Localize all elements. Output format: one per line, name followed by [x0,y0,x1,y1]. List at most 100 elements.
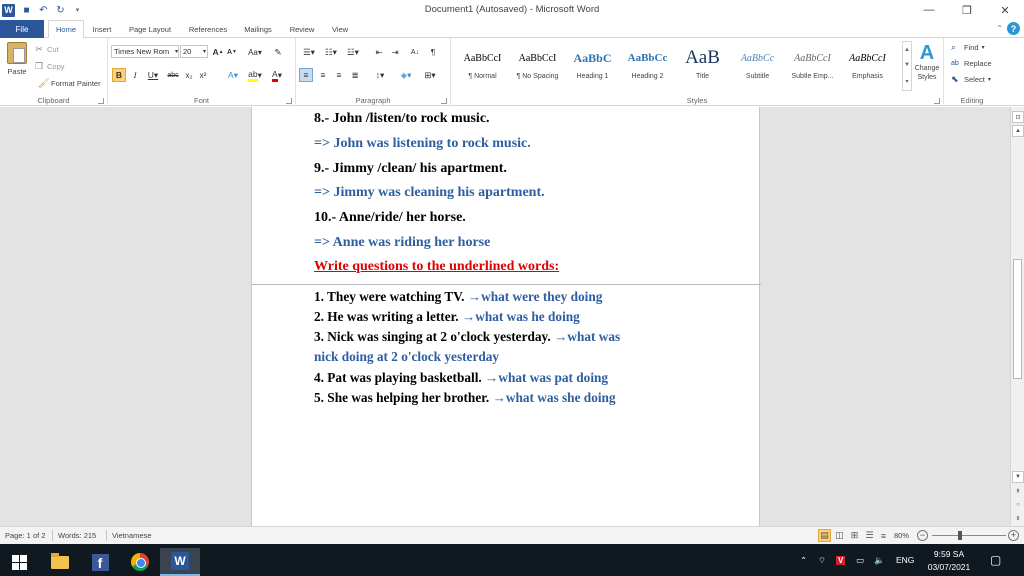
tab-view[interactable]: View [327,20,353,38]
minimize-button[interactable]: — [910,0,948,20]
numbering-button[interactable]: ☷▾ [321,45,341,59]
increase-indent-button[interactable]: ⇥ [388,45,402,59]
multilevel-list-button[interactable]: ☳▾ [343,45,363,59]
zoom-out-button[interactable]: − [917,530,928,541]
tab-file[interactable]: File [0,20,44,38]
line-spacing-button[interactable]: ↕▾ [370,68,390,82]
font-color-button[interactable]: A ▾ [268,68,286,82]
sort-button[interactable]: A↓ [408,45,422,59]
decrease-indent-button[interactable]: ⇤ [372,45,386,59]
page-count[interactable]: Page: 1 of 2 [5,531,45,540]
bold-button[interactable]: B [112,68,126,82]
format-painter-button[interactable]: 🖌 Format Painter [38,77,101,89]
input-language[interactable]: ENG [896,544,914,576]
language-indicator[interactable]: Vietnamese [112,531,151,540]
style-normal[interactable]: AaBbCcI ¶ Normal [455,41,510,91]
help-icon[interactable]: ? [1007,22,1020,35]
battery-icon[interactable]: ▭ [856,544,864,576]
style-emphasis[interactable]: AaBbCcI Emphasis [840,41,895,91]
browse-object-icon[interactable]: ○ [1012,499,1024,511]
tab-home[interactable]: Home [48,20,84,39]
underline-button[interactable]: U▾ [144,68,162,82]
ruler-toggle-icon[interactable]: ⊡ [1012,111,1024,123]
word-taskbar-button[interactable]: W [160,548,200,576]
subscript-button[interactable]: x₂ [183,68,195,82]
find-button[interactable]: ⌕ Find ▾ [951,41,985,54]
chrome-button[interactable] [120,548,160,576]
tray-expand-icon[interactable]: ⌃ [800,544,807,576]
superscript-button[interactable]: x² [197,68,209,82]
paragraph-launcher[interactable] [441,98,447,104]
document-page[interactable]: 8.- John /listen/to rock music. => John … [251,107,761,526]
grow-font-button[interactable]: A ▲ [212,45,224,59]
font-launcher[interactable] [286,98,292,104]
clear-formatting-icon[interactable]: ✎ [271,45,285,59]
outline-icon[interactable]: ☰ [863,529,876,542]
align-center-button[interactable]: ≡ [316,68,330,82]
restore-button[interactable]: ❐ [948,0,986,20]
vertical-scrollbar[interactable]: ⊡ ▲ ▼ ⇞ ○ ⇟ [1010,107,1024,526]
system-clock[interactable]: 9:59 SA 03/07/2021 [920,548,978,574]
styles-label: Styles [686,96,708,105]
bullets-button[interactable]: ☰▾ [299,45,319,59]
file-explorer-button[interactable] [40,548,80,576]
volume-icon[interactable]: 🔈 [874,544,885,576]
style-title[interactable]: AaB Title [675,41,730,91]
paste-button[interactable]: Paste [4,42,30,82]
tab-page-layout[interactable]: Page Layout [124,20,176,38]
style-no-spacing[interactable]: AaBbCcI ¶ No Spacing [510,41,565,91]
text-effects-button[interactable]: A▾ [224,68,242,82]
replace-button[interactable]: ab Replace [951,57,992,70]
change-styles-button[interactable]: A Change Styles [912,42,942,92]
start-button[interactable] [0,548,38,576]
clipboard-launcher[interactable] [98,98,104,104]
styles-launcher[interactable] [934,98,940,104]
select-button[interactable]: ⬉ Select ▾ [951,73,991,86]
style-heading-1[interactable]: AaBbC Heading 1 [565,41,620,91]
notifications-icon[interactable]: ▢ [990,544,1001,576]
tab-references[interactable]: References [184,20,232,38]
scroll-down-button[interactable]: ▼ [1012,471,1024,483]
italic-button[interactable]: I [129,68,141,82]
full-screen-reading-icon[interactable]: ◫ [833,529,846,542]
shrink-font-button[interactable]: A ▼ [226,45,238,59]
show-marks-button[interactable]: ¶ [426,45,440,59]
next-page-icon[interactable]: ⇟ [1012,512,1024,524]
style-heading-2[interactable]: AaBbCc Heading 2 [620,41,675,91]
align-left-button[interactable]: ≡ [299,68,313,82]
style-subtitle[interactable]: AaBbCc Subtitle [730,41,785,91]
tab-review[interactable]: Review [285,20,319,38]
change-case-button[interactable]: Aa▾ [246,45,264,59]
scrollbar-thumb[interactable] [1013,259,1022,379]
network-icon[interactable]: ⌔ [818,544,826,576]
draft-icon[interactable]: ≡ [877,529,890,542]
question-line: nick doing at 2 o'clock yesterday [314,349,500,364]
zoom-in-button[interactable]: + [1008,530,1019,541]
styles-gallery-scroll[interactable]: ▲ ▼ ▾ [902,41,912,91]
shading-button[interactable]: ◈▾ [396,68,416,82]
word-count[interactable]: Words: 215 [58,531,96,540]
copy-button[interactable]: ❐ Copy [34,60,65,72]
tab-insert[interactable]: Insert [88,20,116,38]
web-layout-icon[interactable]: ⊞ [848,529,861,542]
facebook-button[interactable]: f [80,548,120,576]
borders-button[interactable]: ⊞▾ [420,68,440,82]
close-button[interactable]: ✕ [986,0,1024,20]
font-family-select[interactable]: Times New Rom ▾ [111,45,179,58]
scroll-up-button[interactable]: ▲ [1012,125,1024,137]
previous-page-icon[interactable]: ⇞ [1012,485,1024,497]
cut-button[interactable]: ✂ Cut [34,43,58,55]
align-right-button[interactable]: ≡ [332,68,346,82]
font-size-select[interactable]: 20 ▾ [180,45,208,58]
tab-mailings[interactable]: Mailings [239,20,277,38]
justify-button[interactable]: ≣ [348,68,362,82]
zoom-level[interactable]: 80% [894,531,909,540]
zoom-slider-thumb[interactable] [958,531,962,540]
style-subtle-emphasis[interactable]: AaBbCcI Subtle Emp... [785,41,840,91]
minimize-ribbon-icon[interactable]: ⌃ [996,24,1003,33]
zoom-slider[interactable] [932,535,1006,536]
print-layout-icon[interactable]: ▤ [818,529,831,542]
highlight-button[interactable]: ab ▾ [246,68,264,82]
strikethrough-button[interactable]: abc [165,68,181,82]
vpn-icon[interactable]: V [836,544,846,576]
